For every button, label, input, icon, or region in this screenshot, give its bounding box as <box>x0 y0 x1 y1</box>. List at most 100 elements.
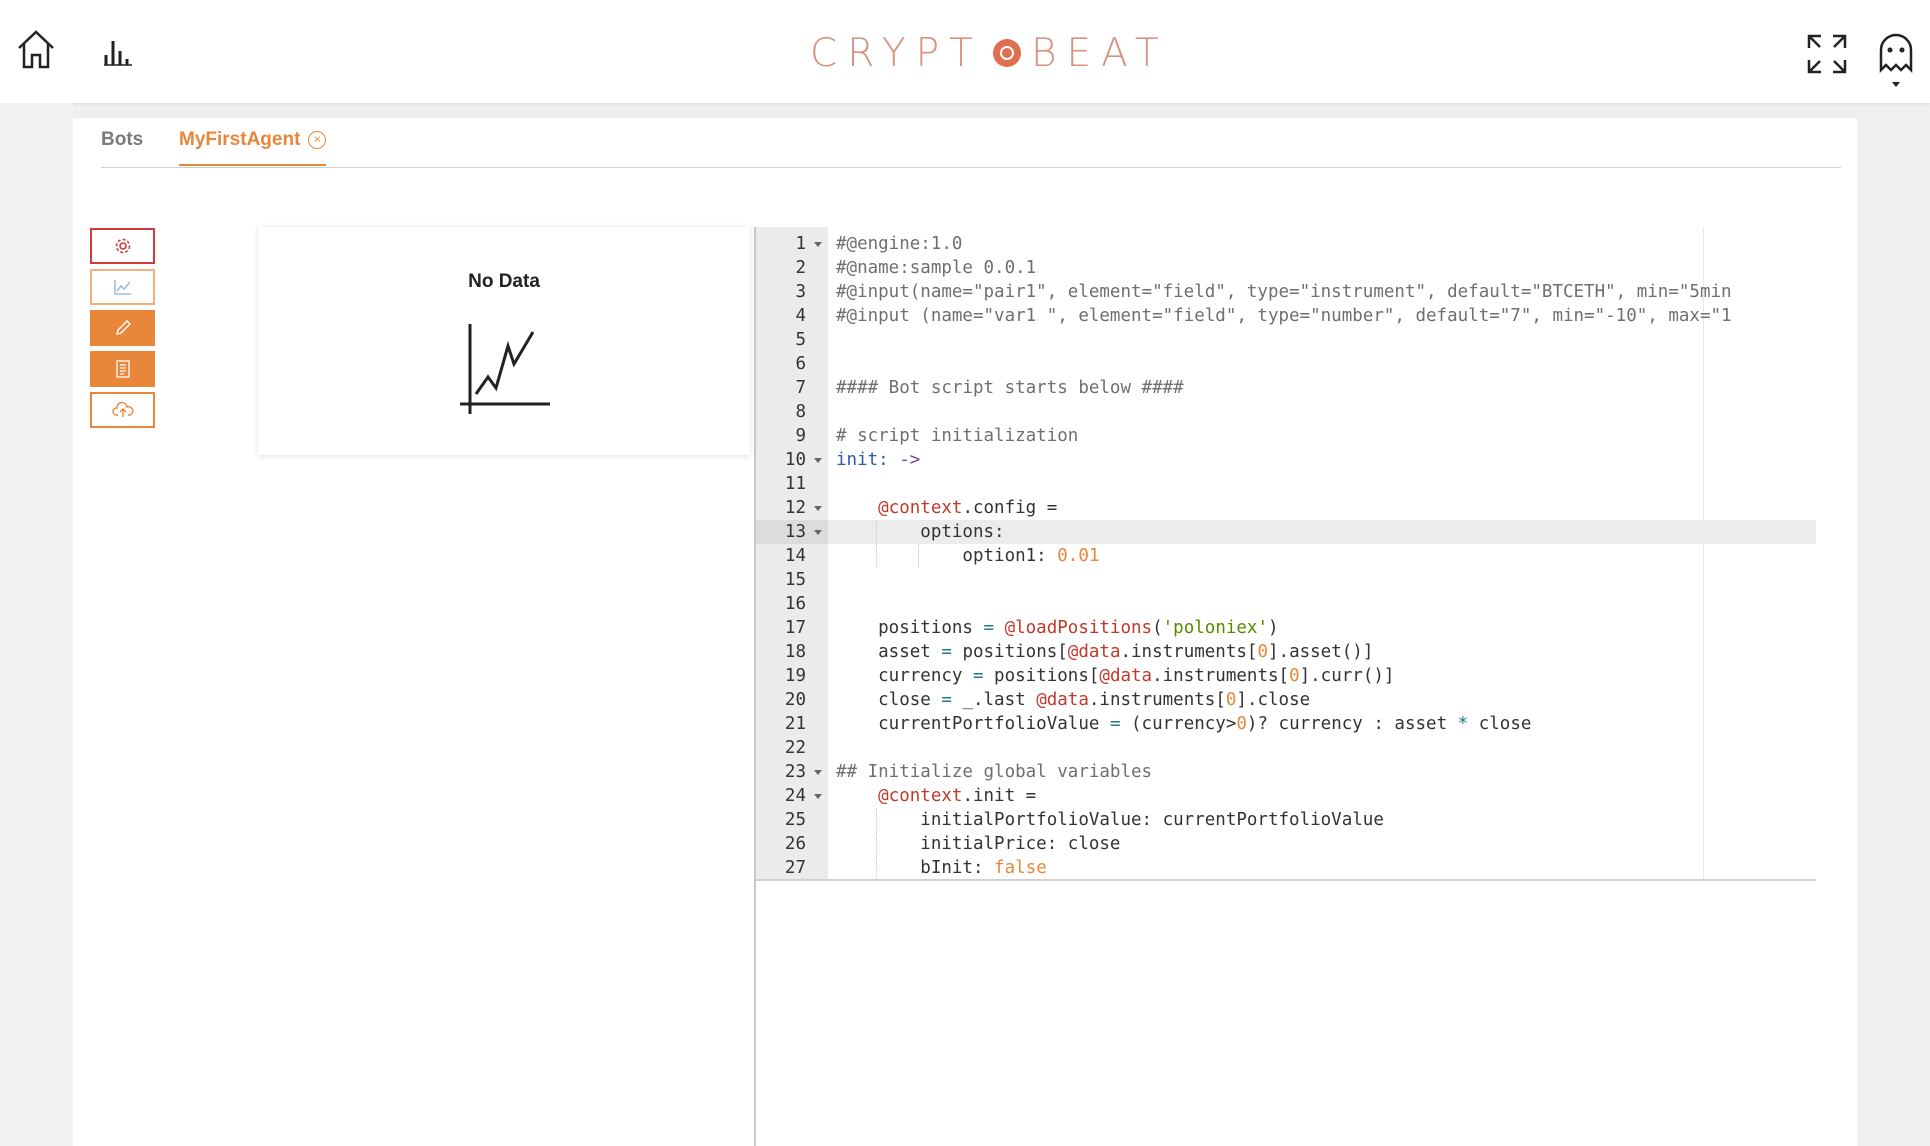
code-line[interactable]: 16 <box>756 592 1816 616</box>
fullscreen-icon[interactable] <box>1806 33 1848 75</box>
tab-bar: Bots MyFirstAgent × <box>101 118 1841 168</box>
fold-toggle-icon[interactable] <box>814 770 822 775</box>
code-line[interactable]: 21 currentPortfolioValue = (currency>0)?… <box>756 712 1816 736</box>
line-number: 17 <box>784 618 806 638</box>
code-text: #@engine:1.0 <box>836 234 963 254</box>
code-line[interactable]: 24 @context.init = <box>756 784 1816 808</box>
settings-button[interactable] <box>90 228 155 264</box>
upload-icon <box>111 401 133 417</box>
line-number: 6 <box>795 354 806 374</box>
code-text: #@input(name="pair1", element="field", t… <box>836 282 1731 302</box>
line-number: 25 <box>784 810 806 830</box>
code-text: positions = @loadPositions('poloniex') <box>836 618 1279 638</box>
code-line[interactable]: 7 #### Bot script starts below #### <box>756 376 1816 400</box>
line-number: 11 <box>784 474 806 494</box>
code-text: @context.config = <box>878 498 1058 518</box>
code-line[interactable]: 11 <box>756 472 1816 496</box>
line-number: 26 <box>784 834 806 854</box>
fold-toggle-icon[interactable] <box>814 794 822 799</box>
upload-button[interactable] <box>90 392 155 428</box>
code-line[interactable]: 12 @context.config = <box>756 496 1816 520</box>
code-text: asset = positions[@data.instruments[0].a… <box>836 642 1374 662</box>
code-text: #@input (name="var1 ", element="field", … <box>836 306 1731 326</box>
code-editor[interactable]: 1 #@engine:1.0 2 #@name:sample 0.0.1 3 #@inpu… <box>754 227 1816 1146</box>
line-number: 7 <box>795 378 806 398</box>
code-text: currency = positions[@data.instruments[0… <box>836 666 1395 686</box>
settings-icon <box>115 238 130 254</box>
line-number: 3 <box>795 282 806 302</box>
brand-logo: CRYPT BEAT <box>810 28 1169 78</box>
code-text: #@name:sample 0.0.1 <box>836 258 1037 278</box>
code-line[interactable]: 1 #@engine:1.0 <box>756 232 1816 256</box>
fold-toggle-icon[interactable] <box>814 506 822 511</box>
chart-button[interactable] <box>90 269 155 305</box>
line-chart-icon <box>460 324 550 414</box>
home-icon[interactable] <box>16 28 56 70</box>
code-line[interactable]: 15 <box>756 568 1816 592</box>
page-background-strip <box>0 103 73 1146</box>
brand-right: BEAT <box>1031 30 1169 76</box>
code-line[interactable]: 18 asset = positions[@data.instruments[0… <box>756 640 1816 664</box>
code-line[interactable]: 25 initialPortfolioValue: currentPortfol… <box>756 808 1816 832</box>
edit-button[interactable] <box>90 310 155 346</box>
code-line[interactable]: 27 bInit: false <box>756 856 1816 880</box>
chart-icon <box>113 280 131 295</box>
fold-toggle-icon[interactable] <box>814 242 822 247</box>
top-bar: CRYPT BEAT <box>0 0 1930 103</box>
code-line[interactable]: 23 ## Initialize global variables <box>756 760 1816 784</box>
line-number: 19 <box>784 666 806 686</box>
tab-label: MyFirstAgent <box>179 129 301 150</box>
ghost-avatar-icon[interactable] <box>1876 32 1916 90</box>
code-text: initialPrice: close <box>836 834 1121 854</box>
code-line[interactable]: 20 close = _.last @data.instruments[0].c… <box>756 688 1816 712</box>
bar-chart-icon[interactable] <box>103 38 133 66</box>
tab-myfirstagent[interactable]: MyFirstAgent × <box>179 129 327 166</box>
line-number: 21 <box>784 714 806 734</box>
code-line[interactable]: 5 <box>756 328 1816 352</box>
script-button[interactable] <box>90 351 155 387</box>
code-line[interactable]: 2 #@name:sample 0.0.1 <box>756 256 1816 280</box>
line-number: 15 <box>784 570 806 590</box>
line-number: 27 <box>784 858 806 878</box>
fold-toggle-icon[interactable] <box>814 458 822 463</box>
brand-left: CRYPT <box>810 30 983 76</box>
code-text: option1: 0.01 <box>836 546 1100 566</box>
code-text: @context.init = <box>878 786 1037 806</box>
code-line[interactable]: 14 option1: 0.01 <box>756 544 1816 568</box>
code-line[interactable]: 17 positions = @loadPositions('poloniex'… <box>756 616 1816 640</box>
code-line[interactable]: 3 #@input(name="pair1", element="field", … <box>756 280 1816 304</box>
close-tab-icon[interactable]: × <box>308 131 327 149</box>
code-line[interactable]: 22 <box>756 736 1816 760</box>
code-line[interactable]: 4 #@input (name="var1 ", element="field",… <box>756 304 1816 328</box>
code-area[interactable]: 1 #@engine:1.0 2 #@name:sample 0.0.1 3 #@inpu… <box>756 227 1816 881</box>
line-number: 4 <box>795 306 806 326</box>
line-number: 2 <box>795 258 806 278</box>
code-text: options: <box>836 522 1005 542</box>
line-number: 9 <box>795 426 806 446</box>
code-text: init: -> <box>836 450 921 470</box>
line-number: 18 <box>784 642 806 662</box>
no-data-label: No Data <box>468 271 540 292</box>
line-number: 14 <box>784 546 806 566</box>
tab-label: Bots <box>101 129 144 150</box>
fold-toggle-icon[interactable] <box>814 530 822 535</box>
main-panel: Bots MyFirstAgent × No Data 1 #@engine:1.0 <box>73 118 1857 1146</box>
line-number: 5 <box>795 330 806 350</box>
edit-icon <box>115 320 131 335</box>
code-text: bInit: false <box>836 858 1047 878</box>
code-text: close = _.last @data.instruments[0].clos… <box>836 690 1311 710</box>
code-line[interactable]: 19 currency = positions[@data.instrument… <box>756 664 1816 688</box>
tab-bots[interactable]: Bots <box>101 129 143 166</box>
code-line[interactable]: 9 # script initialization <box>756 424 1816 448</box>
code-text: ## Initialize global variables <box>836 762 1153 782</box>
code-line[interactable]: 10 init: -> <box>756 448 1816 472</box>
code-line[interactable]: 13 options: <box>756 520 1816 544</box>
line-number: 16 <box>784 594 806 614</box>
code-text: #### Bot script starts below #### <box>836 378 1184 398</box>
preview-card: No Data <box>258 227 750 455</box>
code-line[interactable]: 26 initialPrice: close <box>756 832 1816 856</box>
code-line[interactable]: 8 <box>756 400 1816 424</box>
code-line[interactable]: 6 <box>756 352 1816 376</box>
line-number: 8 <box>795 402 806 422</box>
coin-logo-icon <box>993 39 1021 67</box>
